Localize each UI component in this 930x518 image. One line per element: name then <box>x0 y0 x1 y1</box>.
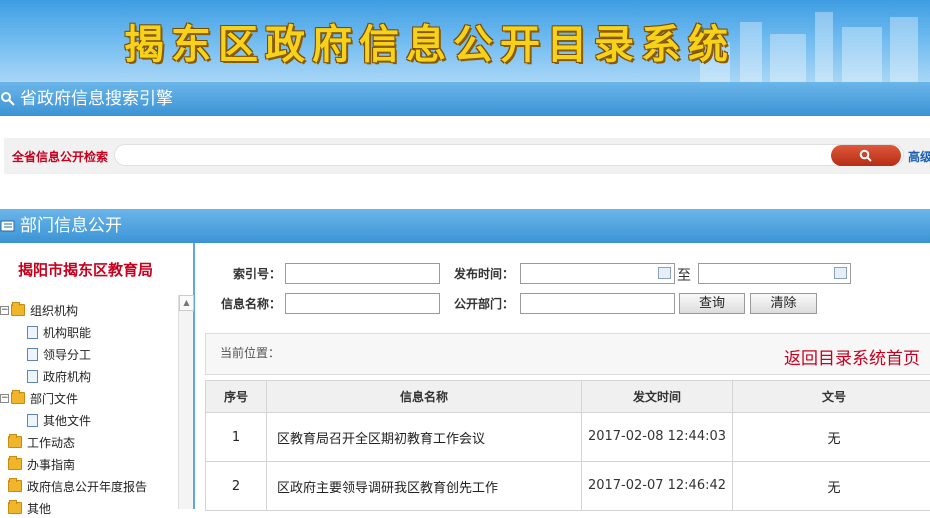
row-no: 2 <box>206 462 267 511</box>
folder-icon <box>11 392 25 404</box>
date-to-input[interactable] <box>698 263 851 284</box>
search-label: 全省信息公开检索 <box>12 148 108 165</box>
document-icon <box>27 370 38 383</box>
scroll-up-arrow-icon[interactable]: ▲ <box>179 295 194 311</box>
document-icon <box>27 348 38 361</box>
index-input[interactable] <box>285 263 440 284</box>
tree-item-org[interactable]: − 组织机构 <box>0 300 78 320</box>
tree-item-other[interactable]: 其他 <box>8 498 51 518</box>
info-name-input[interactable] <box>285 293 440 314</box>
header-banner: 揭东区政府信息公开目录系统 <box>0 0 930 82</box>
table-row: 2 区政府主要领导调研我区教育创先工作 2017-02-07 12:46:42 … <box>206 462 930 511</box>
building-decoration <box>890 17 918 82</box>
dept-label: 公开部门： <box>454 295 514 312</box>
tree-item-news[interactable]: 工作动态 <box>8 432 75 452</box>
tree-label: 其他 <box>27 500 51 517</box>
tree-item-guide[interactable]: 办事指南 <box>8 454 75 474</box>
search-section-title: 省政府信息搜索引擎 <box>20 82 173 116</box>
header-date: 发文时间 <box>582 381 733 413</box>
building-decoration <box>770 34 806 82</box>
header-doc-no: 文号 <box>733 381 930 413</box>
table-header-row: 序号 信息名称 发文时间 文号 <box>206 381 930 413</box>
info-name-label: 信息名称： <box>221 295 281 312</box>
date-from-input[interactable] <box>520 263 675 284</box>
building-decoration <box>842 27 882 82</box>
row-doc-no: 无 <box>733 413 930 462</box>
document-icon <box>27 414 38 427</box>
dept-input[interactable] <box>520 293 675 314</box>
clear-button[interactable]: 清除 <box>750 293 817 314</box>
publish-date-label: 发布时间： <box>454 265 514 282</box>
tree-label: 组织机构 <box>30 302 78 319</box>
row-doc-no: 无 <box>733 462 930 511</box>
folder-icon <box>8 436 22 448</box>
tree-item-functions[interactable]: 机构职能 <box>27 322 91 342</box>
search-button[interactable] <box>831 145 901 166</box>
breadcrumb: 当前位置： 返回目录系统首页 <box>205 333 930 375</box>
calendar-icon[interactable] <box>658 267 671 279</box>
search-input[interactable] <box>114 144 904 166</box>
tree-item-leaders[interactable]: 领导分工 <box>27 344 91 364</box>
date-to-label: 至 <box>677 265 691 285</box>
table-row: 1 区教育局召开全区期初教育工作会议 2017-02-08 12:44:03 无 <box>206 413 930 462</box>
search-section-header: 省政府信息搜索引擎 <box>0 82 930 116</box>
row-date: 2017-02-07 12:46:42 <box>582 462 733 511</box>
tree-item-annual-report[interactable]: 政府信息公开年度报告 <box>8 476 147 496</box>
row-title-link[interactable]: 区政府主要领导调研我区教育创先工作 <box>267 462 582 511</box>
calendar-icon[interactable] <box>834 267 847 279</box>
tree-label: 工作动态 <box>27 434 75 451</box>
site-title: 揭东区政府信息公开目录系统 <box>124 12 735 70</box>
index-label: 索引号： <box>233 265 281 282</box>
advanced-search-link[interactable]: 高级 <box>908 148 930 165</box>
results-table: 序号 信息名称 发文时间 文号 1 区教育局召开全区期初教育工作会议 2017-… <box>205 380 930 511</box>
row-title-link[interactable]: 区教育局召开全区期初教育工作会议 <box>267 413 582 462</box>
header-name: 信息名称 <box>267 381 582 413</box>
tree-label: 政府信息公开年度报告 <box>27 478 147 495</box>
row-date: 2017-02-08 12:44:03 <box>582 413 733 462</box>
collapse-icon[interactable]: − <box>0 394 9 403</box>
tree-label: 其他文件 <box>43 412 91 429</box>
tree-item-other-docs[interactable]: 其他文件 <box>27 410 91 430</box>
breadcrumb-label: 当前位置： <box>220 344 280 361</box>
tree-label: 领导分工 <box>43 346 91 363</box>
folder-icon <box>8 502 22 514</box>
dept-section-header: 部门信息公开 <box>0 209 930 243</box>
dept-section-title: 部门信息公开 <box>20 209 122 243</box>
tree-scrollbar[interactable]: ▲ <box>178 295 193 509</box>
collapse-icon[interactable]: − <box>0 306 9 315</box>
back-to-home-link[interactable]: 返回目录系统首页 <box>784 344 920 369</box>
tree-label: 政府机构 <box>43 368 91 385</box>
folder-icon <box>8 480 22 492</box>
query-button[interactable]: 查询 <box>679 293 745 314</box>
search-icon <box>0 91 16 107</box>
sidebar: 揭阳市揭东区教育局 − 组织机构 机构职能 领导分工 政府机构 − 部门文件 其他文… <box>0 243 195 509</box>
header-no: 序号 <box>206 381 267 413</box>
folder-icon <box>8 458 22 470</box>
search-icon <box>859 149 872 162</box>
main-content: 索引号： 发布时间： 至 信息名称： 公开部门： 查询 清除 当前位置： 返回目… <box>197 243 930 509</box>
document-list-icon <box>0 218 16 234</box>
tree-label: 办事指南 <box>27 456 75 473</box>
tree-item-dept-docs[interactable]: − 部门文件 <box>0 388 78 408</box>
building-decoration <box>740 22 762 82</box>
tree-label: 部门文件 <box>30 390 78 407</box>
document-icon <box>27 326 38 339</box>
tree-item-gov-agencies[interactable]: 政府机构 <box>27 366 91 386</box>
building-decoration <box>815 12 833 82</box>
row-no: 1 <box>206 413 267 462</box>
tree-label: 机构职能 <box>43 324 91 341</box>
department-name: 揭阳市揭东区教育局 <box>18 259 153 280</box>
folder-icon <box>11 304 25 316</box>
